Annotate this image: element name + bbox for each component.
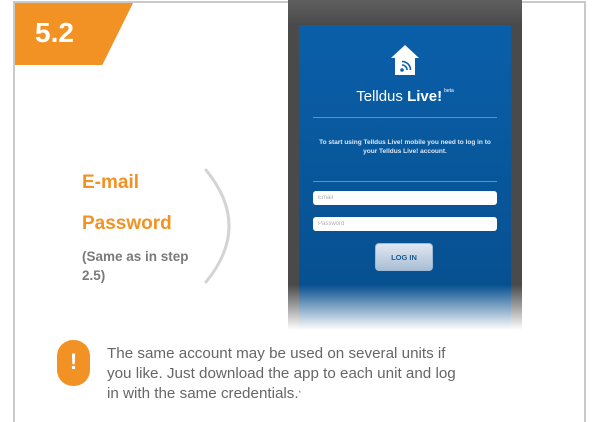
app-title-bold: Live!	[407, 88, 443, 105]
tip-body: The same account may be used on several …	[107, 345, 456, 402]
email-input[interactable]	[313, 191, 497, 205]
footnote-mark: *	[298, 391, 301, 397]
email-label: E-mail	[82, 172, 140, 193]
login-button[interactable]: LOG IN	[375, 243, 433, 271]
bracket-shape	[204, 168, 231, 284]
same-as-note: (Same as in step 2.5)	[82, 249, 189, 283]
app-title: Telldus Live! beta	[299, 88, 511, 105]
divider	[313, 117, 497, 118]
phone-mockup: Telldus Live! beta To start using Telldus…	[288, 0, 522, 330]
step-number: 5.2	[35, 17, 74, 48]
password-label: Password	[82, 213, 172, 234]
exclamation-icon: !	[57, 340, 90, 386]
tip-text: The same account may be used on several …	[107, 344, 467, 404]
app-login-screen: Telldus Live! beta To start using Telldus…	[299, 25, 511, 330]
exclamation-glyph: !	[69, 349, 78, 374]
login-intro-text: To start using Telldus Live! mobile you …	[319, 139, 491, 155]
password-input[interactable]	[313, 217, 497, 231]
divider	[313, 181, 497, 182]
house-wifi-icon	[391, 45, 419, 75]
app-title-regular: Telldus	[356, 88, 403, 105]
app-title-mark: beta	[444, 88, 454, 94]
